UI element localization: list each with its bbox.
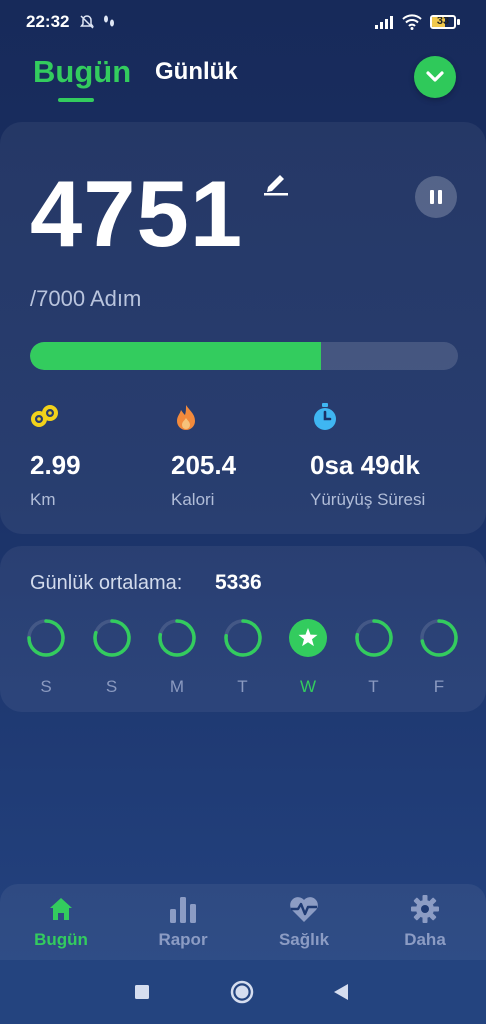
steps-value: 4751 <box>30 161 244 266</box>
bar-chart-icon <box>170 897 196 923</box>
tab-today[interactable]: Bugün <box>33 54 131 90</box>
day-item[interactable]: T <box>223 618 263 697</box>
nav-report[interactable]: Rapor <box>133 894 233 950</box>
stat-distance: 2.99 Km <box>30 402 81 509</box>
day-item[interactable]: F <box>419 618 459 697</box>
status-notification-icons <box>79 14 117 30</box>
gear-icon <box>411 895 439 923</box>
day-item[interactable]: S <box>92 618 132 697</box>
heart-pulse-icon <box>290 897 318 922</box>
header: Bugün Günlük <box>0 52 486 108</box>
duration-label: Yürüyüş Süresi <box>310 490 426 509</box>
day-item[interactable]: T <box>354 618 394 697</box>
distance-icon <box>31 405 58 427</box>
stat-calories: 205.4 Kalori <box>171 402 236 509</box>
weekly-card: Günlük ortalama: 5336 S S M T W T F <box>0 546 486 712</box>
steps-goal: /7000 Adım <box>30 286 142 311</box>
nav-report-label: Rapor <box>158 930 208 949</box>
day-label: F <box>433 677 445 696</box>
stat-duration: 0sa 49dk Yürüyüş Süresi <box>310 402 425 509</box>
calories-label: Kalori <box>171 490 215 509</box>
steps-card: 4751 /7000 Adım 2.99 Km 205.4 Kalori 0sa… <box>0 122 486 534</box>
flame-icon <box>177 405 195 430</box>
tab-daily[interactable]: Günlük <box>155 58 238 86</box>
day-progress-ring <box>92 619 131 657</box>
steps-progress-bar <box>30 342 458 370</box>
nav-more[interactable]: Daha <box>375 894 475 950</box>
chevron-down-button[interactable] <box>414 56 456 98</box>
day-item[interactable]: M <box>157 618 197 697</box>
home-icon <box>50 898 72 920</box>
chevron-down-icon <box>426 71 444 82</box>
day-label: T <box>237 677 248 696</box>
day-label: T <box>368 677 379 696</box>
day-item[interactable]: S <box>26 618 66 697</box>
footsteps-icon <box>104 15 115 27</box>
status-bar: 22:32 33 <box>0 0 486 44</box>
day-progress-ring <box>158 619 196 657</box>
status-right-icons: 33 <box>374 14 460 30</box>
day-item[interactable]: W <box>288 618 328 697</box>
back-icon[interactable] <box>333 983 349 1001</box>
signal-icon <box>375 16 393 29</box>
day-progress-ring <box>420 619 458 657</box>
day-label: W <box>299 677 317 696</box>
day-progress-ring <box>354 619 393 657</box>
day-label: M <box>169 677 185 696</box>
star-badge-icon <box>289 619 327 657</box>
pause-button[interactable] <box>415 176 457 218</box>
nav-health-label: Sağlık <box>278 930 330 949</box>
battery-level: 33 <box>436 15 450 27</box>
pause-icon <box>430 190 434 204</box>
day-progress-ring <box>223 619 262 657</box>
duration-value: 0sa 49dk <box>310 450 420 480</box>
stats-row: 2.99 Km 205.4 Kalori 0sa 49dk Yürüyüş Sü… <box>30 402 470 512</box>
daily-average-label: Günlük ortalama: <box>30 572 183 594</box>
home-circle-icon[interactable] <box>230 980 254 1004</box>
distance-label: Km <box>30 490 56 509</box>
day-progress-ring <box>27 619 65 657</box>
recents-icon[interactable] <box>134 984 150 1000</box>
day-label: S <box>40 677 52 696</box>
week-days: SSMTWTF <box>26 618 466 698</box>
distance-value: 2.99 <box>30 450 81 480</box>
stopwatch-icon <box>314 403 336 430</box>
nav-health[interactable]: Sağlık <box>254 894 354 950</box>
bell-off-icon <box>80 15 95 29</box>
tab-today-indicator <box>58 98 94 102</box>
battery-icon: 33 <box>430 15 460 29</box>
steps-progress-fill <box>30 342 321 370</box>
day-label: S <box>105 677 118 696</box>
nav-today[interactable]: Bugün <box>11 894 111 950</box>
status-time: 22:32 <box>26 12 70 31</box>
calories-value: 205.4 <box>171 450 237 480</box>
bottom-nav: Bugün Rapor Sağlık Daha <box>0 884 486 960</box>
nav-today-label: Bugün <box>34 930 88 949</box>
edit-icon[interactable] <box>262 170 290 196</box>
system-nav-bar <box>0 960 486 1024</box>
daily-average-value: 5336 <box>215 571 262 594</box>
nav-more-label: Daha <box>404 930 446 949</box>
wifi-icon <box>402 14 422 30</box>
